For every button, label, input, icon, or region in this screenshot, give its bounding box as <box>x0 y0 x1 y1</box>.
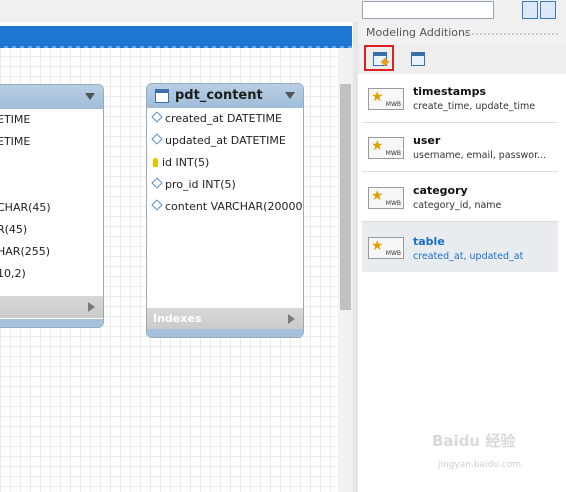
column-row[interactable]: created_at DATETIME <box>151 111 282 125</box>
list-item-category[interactable]: ★ MWB category category_id, name <box>362 173 558 221</box>
item-desc: category_id, name <box>413 200 502 211</box>
panel-title: Modeling Additions <box>366 26 471 39</box>
column-row[interactable]: 10,2) <box>0 267 26 280</box>
edit-template-button[interactable] <box>364 45 394 71</box>
item-name: category <box>413 184 468 197</box>
column-row[interactable]: content VARCHAR(20000) <box>151 199 303 213</box>
column-row[interactable]: ETIME <box>0 135 30 148</box>
primary-key-icon <box>153 158 158 167</box>
top-toolbar <box>0 0 566 22</box>
column-row[interactable]: pro_id INT(5) <box>151 177 236 191</box>
table-footer <box>147 329 303 337</box>
column-row[interactable]: id INT(5) <box>153 156 209 169</box>
divider <box>362 171 558 172</box>
table-box-pdt-content[interactable]: pdt_content created_at DATETIME updated_… <box>146 83 304 338</box>
expand-arrow-icon[interactable] <box>288 314 295 324</box>
table-name: pdt_content <box>175 88 263 103</box>
column-row[interactable]: R(45) <box>0 223 27 236</box>
template-icon: ★ MWB <box>368 187 404 209</box>
indexes-section[interactable]: Indexes <box>147 308 303 330</box>
item-name: table <box>413 235 445 248</box>
watermark: Baidu 经验 jingyan.baidu.com <box>432 432 522 470</box>
star-icon: ★ <box>371 138 384 154</box>
template-icon: ★ MWB <box>368 237 404 259</box>
panel-toolbar <box>358 44 566 74</box>
column-diamond-icon <box>151 133 163 145</box>
panel-header: Modeling Additions <box>358 22 566 44</box>
list-item-timestamps[interactable]: ★ MWB timestamps create_time, update_tim… <box>362 74 558 122</box>
column-row[interactable]: updated_at DATETIME <box>151 133 286 147</box>
indexes-label: Indexes <box>153 312 202 325</box>
table-icon <box>155 89 169 103</box>
list-item-table[interactable]: ★ MWB table created_at, updated_at <box>362 222 558 272</box>
column-diamond-icon <box>151 177 163 189</box>
item-desc: create_time, update_time <box>413 101 536 112</box>
canvas-header-bar <box>0 26 352 48</box>
item-desc: username, email, passwor... <box>413 150 547 161</box>
list-item-user[interactable]: ★ MWB user username, email, passwor... <box>362 123 558 171</box>
expand-arrow-icon[interactable] <box>88 302 95 312</box>
column-row[interactable]: ETIME <box>0 113 30 126</box>
item-name: timestamps <box>413 85 487 98</box>
indexes-section[interactable] <box>0 296 103 318</box>
column-row[interactable]: CHAR(45) <box>0 201 51 214</box>
expand-caret-icon[interactable] <box>85 93 95 100</box>
panel-title-dots <box>464 33 558 35</box>
modeling-additions-panel: Modeling Additions ★ MWB timestamps crea… <box>358 22 566 492</box>
toggle-sidebar-icon[interactable] <box>522 1 538 19</box>
table-box-left[interactable]: ETIME ETIME CHAR(45) R(45) HAR(255) 10,2… <box>0 84 104 328</box>
template-icon: ★ MWB <box>368 88 404 110</box>
star-icon: ★ <box>371 238 384 254</box>
item-desc: created_at, updated_at <box>413 251 524 262</box>
new-table-template-button[interactable] <box>404 47 425 69</box>
table-header[interactable]: pdt_content <box>147 84 303 108</box>
vertical-scrollbar[interactable] <box>338 48 353 492</box>
expand-caret-icon[interactable] <box>285 92 295 99</box>
column-diamond-icon <box>151 111 163 123</box>
table-header[interactable] <box>0 85 103 109</box>
column-diamond-icon <box>151 199 163 211</box>
column-row[interactable]: HAR(255) <box>0 245 50 258</box>
table-footer <box>0 319 103 327</box>
star-icon: ★ <box>371 188 384 204</box>
search-input[interactable] <box>362 1 494 19</box>
toggle-panel-icon[interactable] <box>540 1 556 19</box>
template-icon: ★ MWB <box>368 137 404 159</box>
scrollbar-thumb[interactable] <box>340 84 351 310</box>
table-icon <box>411 52 425 66</box>
item-name: user <box>413 134 441 147</box>
star-icon: ★ <box>371 89 384 105</box>
